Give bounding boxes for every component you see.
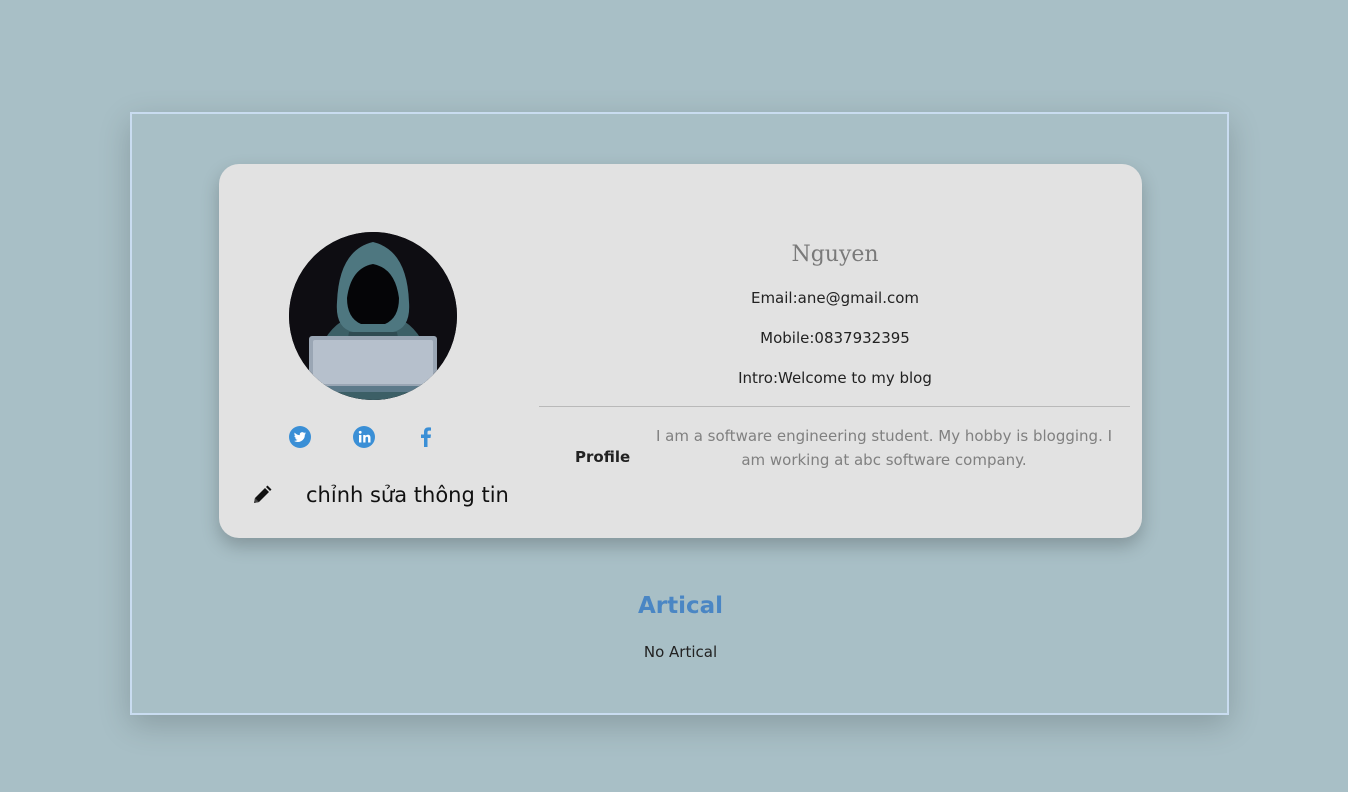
facebook-icon	[421, 427, 431, 447]
profile-mobile: Mobile:0837932395	[760, 329, 910, 347]
twitter-icon	[289, 426, 311, 448]
avatar-hooded-figure-image	[289, 232, 457, 400]
twitter-link[interactable]	[287, 424, 313, 450]
profile-description: I am a software engineering student. My …	[655, 427, 1113, 469]
pencil-icon	[251, 484, 273, 506]
edit-profile-label: chỉnh sửa thông tin	[306, 483, 509, 507]
profile-card: chỉnh sửa thông tin Nguyen Email:ane@gma…	[219, 164, 1142, 538]
articles-empty-message: No Artical	[643, 643, 718, 661]
profile-section-label: Profile	[575, 448, 631, 466]
facebook-link[interactable]	[413, 424, 439, 450]
profile-email: Email:ane@gmail.com	[750, 289, 920, 307]
linkedin-link[interactable]	[351, 424, 377, 450]
social-links	[287, 424, 447, 450]
linkedin-icon	[353, 426, 375, 448]
profile-info: Nguyen Email:ane@gmail.com Mobile:083793…	[539, 164, 1131, 538]
profile-name: Nguyen	[791, 242, 879, 267]
articles-heading: Artical	[637, 593, 724, 619]
edit-profile-button[interactable]: chỉnh sửa thông tin	[251, 478, 509, 512]
avatar	[289, 232, 457, 400]
profile-intro: Intro:Welcome to my blog	[738, 369, 932, 387]
info-divider	[539, 406, 1130, 407]
